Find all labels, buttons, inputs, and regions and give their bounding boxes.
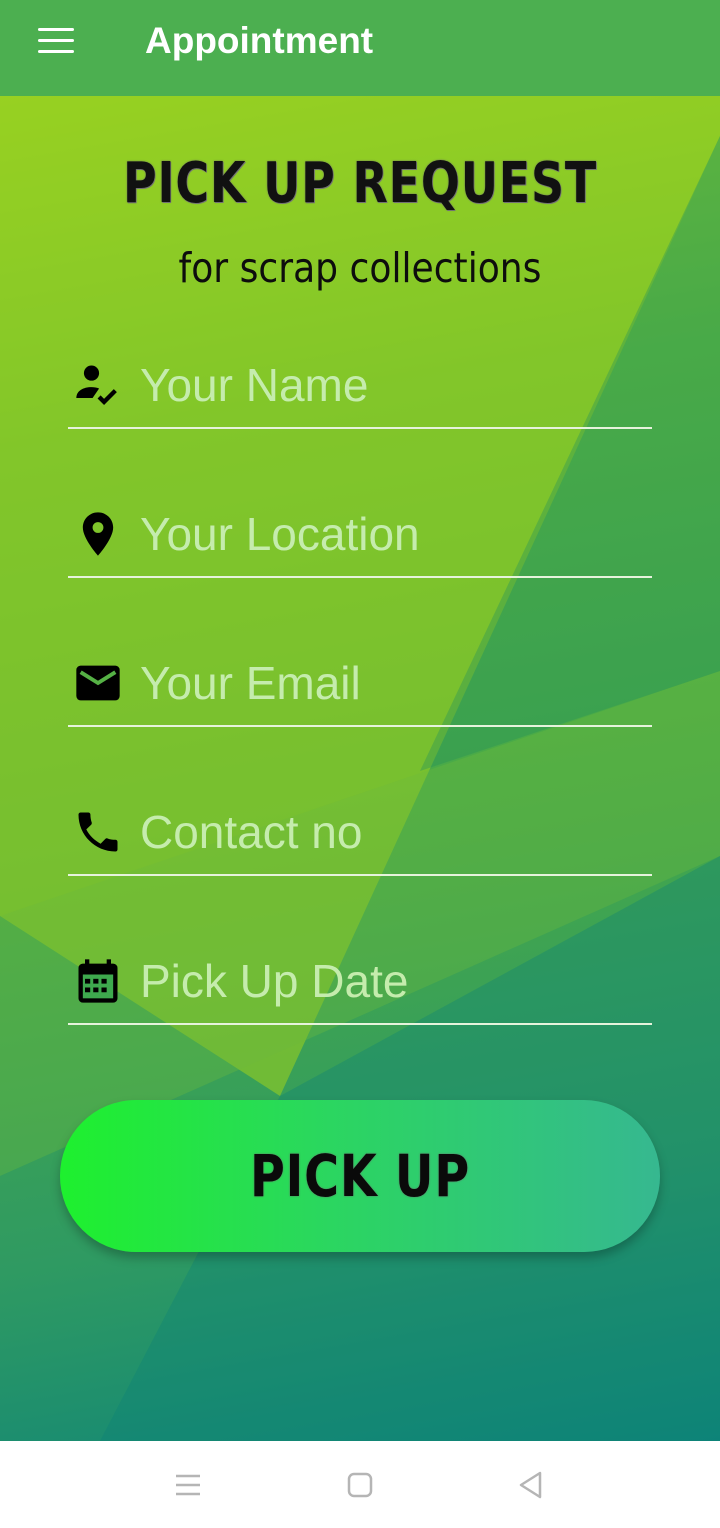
location-pin-icon — [82, 512, 114, 556]
contact-input[interactable] — [140, 802, 640, 862]
pick-up-label: PICK UP — [249, 1142, 471, 1210]
form-screen: PICK UP REQUEST for scrap collections Yo… — [0, 96, 720, 1441]
home-icon[interactable] — [338, 1463, 382, 1507]
date-field — [68, 941, 652, 1025]
pick-up-button[interactable]: PICK UP — [60, 1100, 660, 1252]
calendar-icon — [78, 959, 118, 1003]
email-field — [68, 643, 652, 727]
email-input[interactable] — [140, 653, 640, 713]
hamburger-menu-icon[interactable] — [36, 26, 76, 56]
mail-icon — [76, 665, 120, 701]
system-nav-bar — [0, 1441, 720, 1528]
request-subheading: for scrap collections — [178, 244, 542, 292]
date-input[interactable] — [140, 951, 640, 1011]
back-icon[interactable] — [509, 1463, 553, 1507]
location-input[interactable] — [140, 504, 640, 564]
contact-field — [68, 792, 652, 876]
app-bar: Appointment — [0, 0, 720, 96]
page-title: Appointment — [145, 20, 374, 61]
recents-icon[interactable] — [166, 1463, 210, 1507]
phone-icon — [78, 812, 118, 852]
name-input[interactable] — [140, 355, 640, 415]
name-field — [68, 345, 652, 429]
location-field — [68, 494, 652, 578]
request-heading: PICK UP REQUEST — [122, 151, 598, 216]
person-check-icon — [76, 365, 117, 405]
